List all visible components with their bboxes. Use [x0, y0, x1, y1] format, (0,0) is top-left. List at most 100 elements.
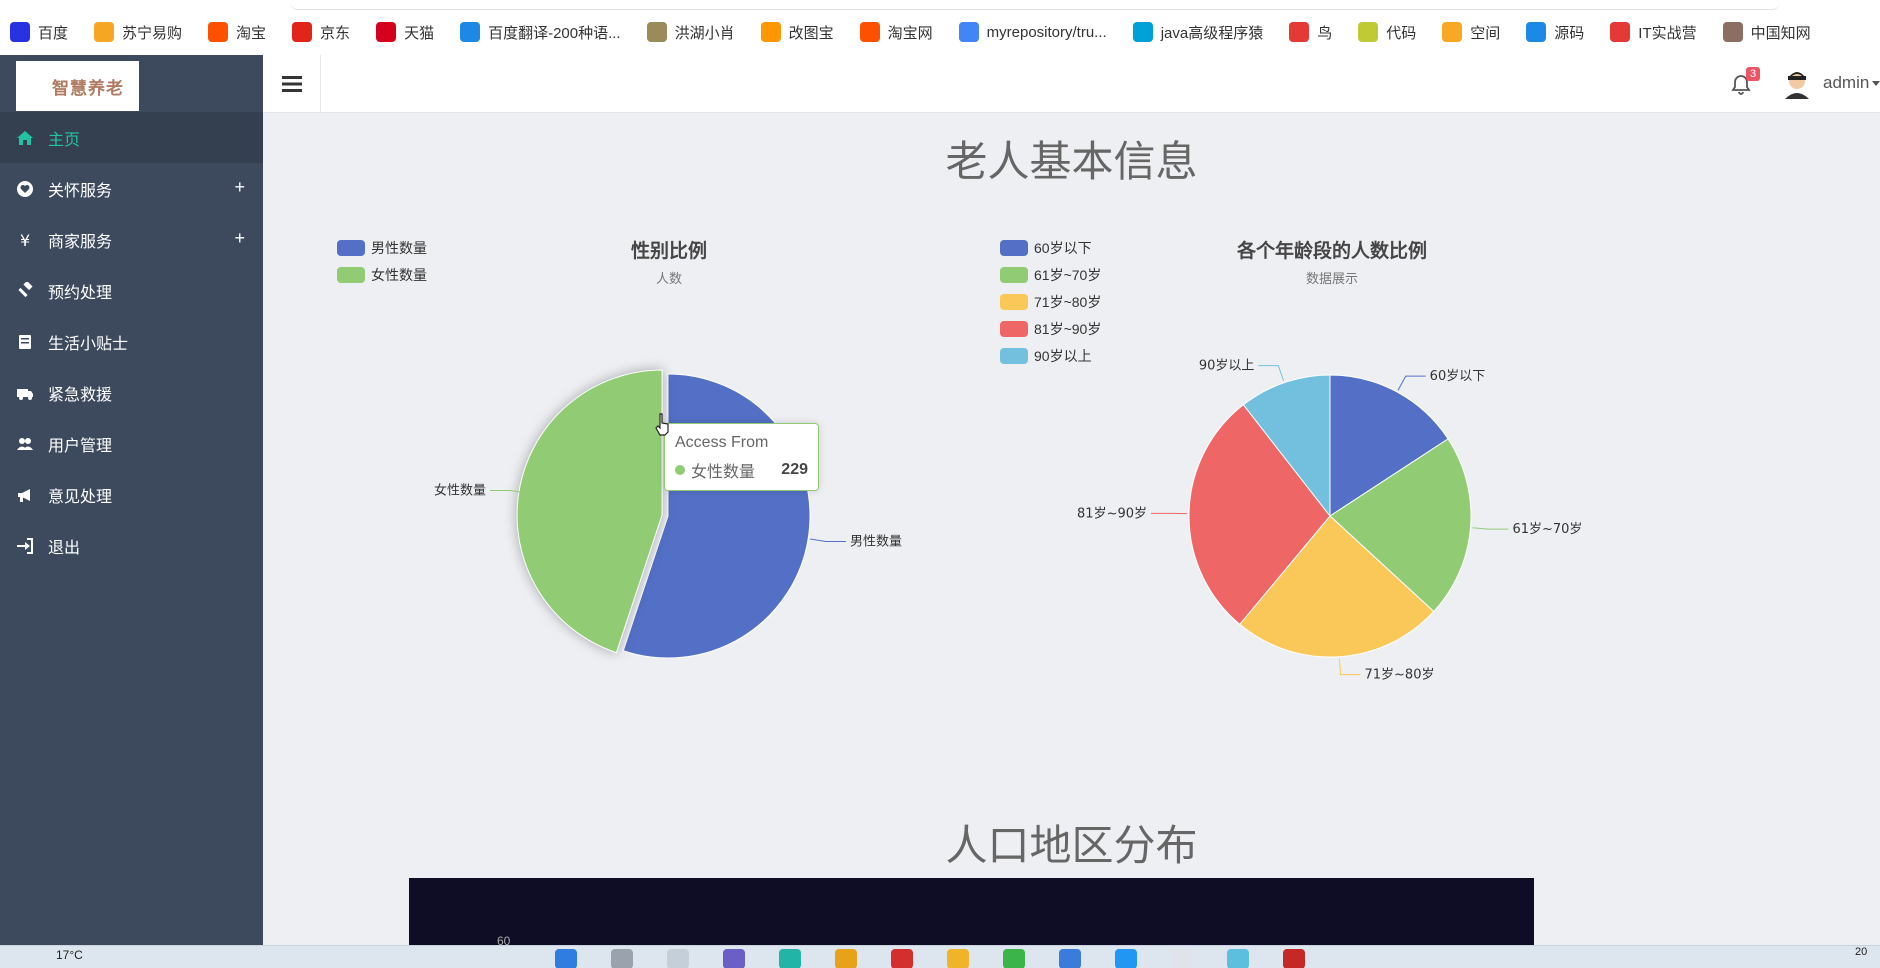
- expand-plus-icon[interactable]: +: [234, 177, 245, 198]
- legend-item[interactable]: 71岁~80岁: [1000, 288, 1101, 315]
- chart-tooltip: Access From 女性数量 229: [664, 423, 819, 491]
- age-chart-subtitle: 数据展示: [1305, 271, 1358, 286]
- legend-item[interactable]: 60岁以下: [1000, 234, 1101, 261]
- gender-chart-legend: 男性数量女性数量: [337, 234, 427, 288]
- sidebar: 智慧养老 主页 关怀服务 + ¥ 商家服务 + 预约处理 生活小贴士 紧急救援 用户管理 意见处理退…: [0, 55, 263, 945]
- sidebar-item[interactable]: 用户管理: [0, 418, 263, 469]
- app-icon[interactable]: [723, 949, 745, 968]
- bilibili-icon: [1132, 22, 1153, 42]
- bookmark-label: 百度: [38, 24, 69, 42]
- bookmark-label: 天猫: [404, 24, 435, 42]
- user-menu-caret-icon[interactable]: [1872, 81, 1880, 86]
- age-pie-chart[interactable]: 60岁以下 61岁~70岁 71岁~80岁 81岁~90岁 90岁以上: [1050, 340, 1610, 690]
- vscode-icon[interactable]: [1115, 949, 1137, 968]
- bookmark-item[interactable]: 中国知网: [1722, 22, 1811, 43]
- bookmark-item[interactable]: 百度翻译-200种语...: [460, 22, 621, 43]
- sidebar-nav: 主页 关怀服务 + ¥ 商家服务 + 预约处理 生活小贴士 紧急救援 用户管理 意见处理 退出: [0, 112, 263, 571]
- bookmark-item[interactable]: 源码: [1526, 22, 1584, 43]
- bookmark-item[interactable]: 改图宝: [760, 22, 834, 43]
- sidebar-item[interactable]: 关怀服务 +: [0, 163, 263, 214]
- taobao-icon: [859, 22, 880, 42]
- os-taskbar: 17°C 20: [0, 945, 1880, 968]
- legend-label: 男性数量: [371, 239, 427, 256]
- user-avatar[interactable]: [1782, 69, 1812, 99]
- region-map-chart[interactable]: 60: [409, 878, 1534, 948]
- chrome-icon: [958, 22, 979, 42]
- bookmarks-list: 百度 苏宁易购 淘宝 京东 天猫 百度翻译-200种语... 洪湖小肖 改图宝 淘宝网 myrep…: [10, 20, 1837, 44]
- bookmark-label: 洪湖小肖: [674, 24, 735, 42]
- sidebar-item[interactable]: 退出: [0, 520, 263, 571]
- legend-item[interactable]: 61岁~70岁: [1000, 261, 1101, 288]
- app-red-icon[interactable]: [1283, 949, 1305, 968]
- pie-label: 71岁~80岁: [1365, 668, 1435, 683]
- bookmark-item[interactable]: java高级程序猿: [1132, 22, 1263, 43]
- legend-swatch: [1000, 293, 1028, 310]
- bookmark-item[interactable]: 淘宝: [208, 22, 266, 43]
- legend-swatch: [337, 239, 365, 256]
- username-label[interactable]: admin: [1823, 73, 1869, 93]
- notification-badge: 3: [1746, 67, 1761, 81]
- bookmark-label: 鸟: [1317, 24, 1333, 42]
- terminal-icon[interactable]: [1227, 949, 1249, 968]
- pie-label-line: [1397, 375, 1426, 391]
- bookmark-item[interactable]: 鸟: [1289, 22, 1332, 43]
- jd-icon: [292, 22, 313, 42]
- bookmark-item[interactable]: 空间: [1442, 22, 1500, 43]
- bookmark-item[interactable]: 百度: [10, 22, 68, 43]
- bookmark-label: 苏宁易购: [122, 24, 183, 42]
- sidebar-item[interactable]: 意见处理: [0, 469, 263, 520]
- fish-icon: [1526, 22, 1547, 42]
- bookmark-item[interactable]: 京东: [292, 22, 350, 43]
- pie-label-line: [810, 538, 846, 543]
- notepad-icon[interactable]: [1171, 949, 1193, 968]
- suning-lion-icon: [94, 22, 115, 42]
- weather-temperature: 17°C: [56, 948, 83, 962]
- top-header: 3 admin: [263, 55, 1880, 113]
- chrome-icon[interactable]: [835, 949, 857, 968]
- sidebar-item-label: 主页: [48, 131, 81, 149]
- bookmark-item[interactable]: 苏宁易购: [94, 22, 182, 43]
- baidu-paw-icon: [10, 22, 30, 42]
- legend-item[interactable]: 女性数量: [337, 261, 427, 288]
- sidebar-item[interactable]: ¥ 商家服务 +: [0, 214, 263, 265]
- bookmark-item[interactable]: 代码: [1358, 22, 1416, 43]
- bookmark-item[interactable]: 洪湖小肖: [646, 22, 735, 43]
- legend-swatch: [1000, 320, 1028, 337]
- folder-icon[interactable]: [947, 949, 969, 968]
- bookmark-label: 京东: [320, 24, 351, 42]
- bookmark-item[interactable]: 天猫: [376, 22, 434, 43]
- bookmark-item[interactable]: 淘宝网: [859, 22, 933, 43]
- sidebar-item[interactable]: 生活小贴士: [0, 316, 263, 367]
- sidebar-item[interactable]: 预约处理: [0, 265, 263, 316]
- pie-label-line: [1472, 527, 1509, 530]
- task-view-icon[interactable]: [667, 949, 689, 968]
- book-icon: [19, 334, 31, 349]
- bookmark-item[interactable]: myrepository/tru...: [958, 22, 1107, 42]
- legend-label: 61岁~70岁: [1034, 266, 1102, 283]
- taskbar-clock: 20: [1855, 946, 1868, 958]
- legend-item[interactable]: 男性数量: [337, 234, 427, 261]
- pie-label: 男性数量: [850, 535, 902, 550]
- sidebar-item-label: 意见处理: [48, 488, 113, 506]
- bird-icon: [1289, 22, 1310, 42]
- sidebar-item[interactable]: 紧急救援: [0, 367, 263, 418]
- sidebar-item[interactable]: 主页: [0, 112, 263, 163]
- ide-icon[interactable]: [1059, 949, 1081, 968]
- menu-toggle-button[interactable]: [263, 55, 321, 112]
- start-menu-icon[interactable]: [555, 949, 577, 968]
- edge-icon[interactable]: [779, 949, 801, 968]
- sidebar-item-label: 商家服务: [48, 233, 113, 251]
- search-icon[interactable]: [611, 949, 633, 968]
- browser-icon[interactable]: [891, 949, 913, 968]
- expand-plus-icon[interactable]: +: [234, 228, 245, 249]
- app-logo[interactable]: 智慧养老: [16, 61, 139, 111]
- bookmark-item[interactable]: IT实战营: [1610, 22, 1697, 43]
- image-icon: [760, 22, 781, 42]
- legend-item[interactable]: 81岁~90岁: [1000, 315, 1101, 342]
- wechat-icon[interactable]: [1003, 949, 1025, 968]
- users-icon: [17, 437, 33, 450]
- gender-pie-chart[interactable]: 男性数量 女性数量: [420, 340, 920, 680]
- pie-label: 61岁~70岁: [1512, 522, 1582, 537]
- heart-icon: [17, 180, 33, 197]
- map-section-title: 人口地区分布: [945, 822, 1198, 869]
